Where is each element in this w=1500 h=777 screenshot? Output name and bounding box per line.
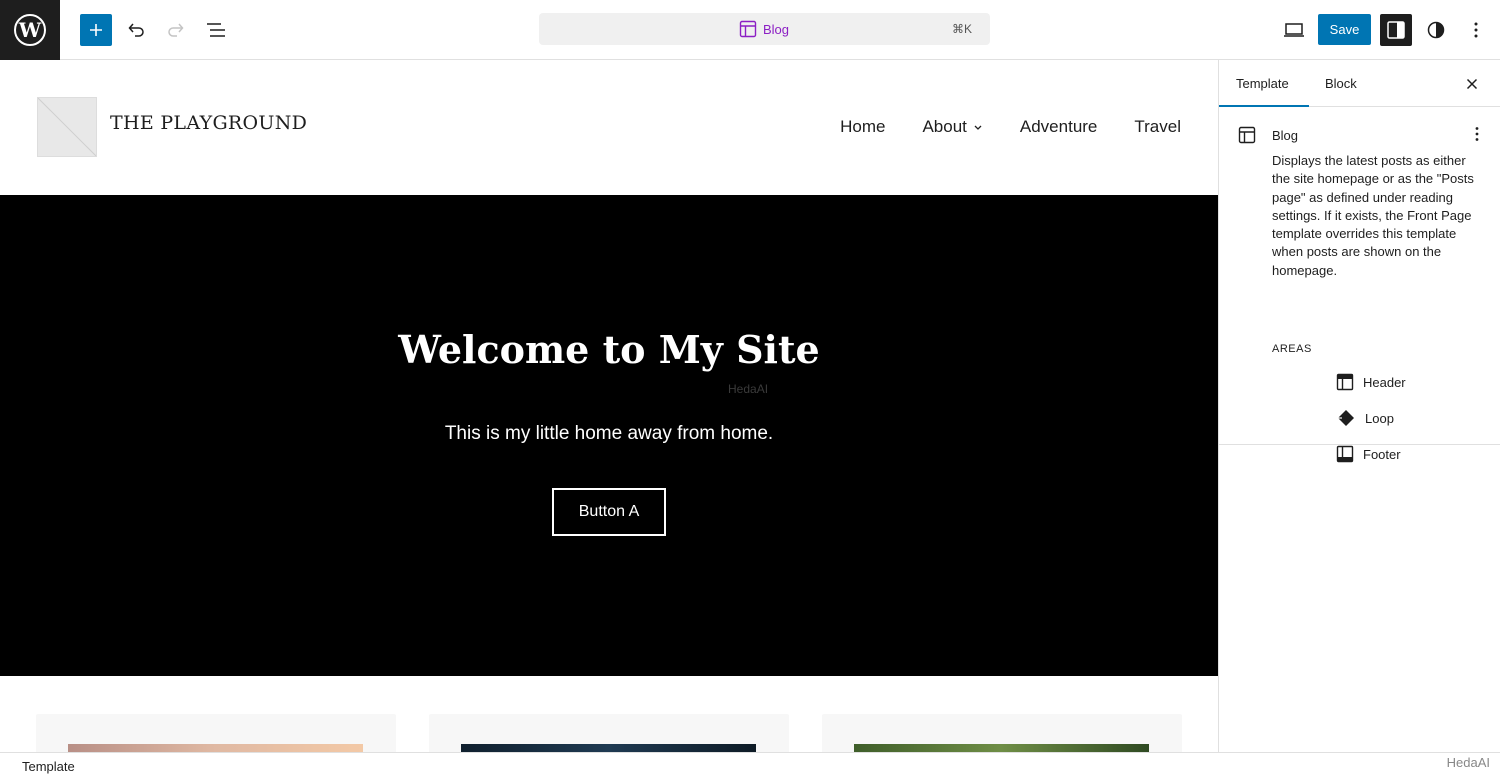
image-placeholder-icon xyxy=(38,98,96,156)
nav-item-home[interactable]: Home xyxy=(840,117,885,137)
editor-footer: Template HedaAI xyxy=(0,752,1500,777)
sidebar-toggle-icon xyxy=(1387,21,1405,39)
watermark-text: HedaAI xyxy=(728,382,769,396)
chevron-down-icon xyxy=(974,125,982,130)
close-sidebar-button[interactable] xyxy=(1460,72,1484,96)
nav-item-travel[interactable]: Travel xyxy=(1134,117,1181,137)
post-card[interactable] xyxy=(822,714,1182,752)
site-title[interactable]: THE PLAYGROUND xyxy=(110,112,307,134)
more-vertical-icon xyxy=(1475,127,1479,141)
save-button[interactable]: Save xyxy=(1318,14,1371,45)
header-icon xyxy=(1336,373,1354,391)
site-navigation: Home About Adventure Travel xyxy=(840,117,1181,137)
wordpress-logo-icon[interactable]: W xyxy=(0,0,60,60)
post-featured-image[interactable] xyxy=(461,744,756,752)
site-logo-placeholder[interactable] xyxy=(37,97,97,157)
desktop-preview-icon xyxy=(1284,23,1304,37)
tab-template[interactable]: Template xyxy=(1236,76,1289,91)
post-card[interactable] xyxy=(429,714,789,752)
area-footer-button[interactable]: Footer xyxy=(1336,445,1401,463)
redo-icon xyxy=(168,23,184,37)
nav-item-about[interactable]: About xyxy=(922,117,982,137)
list-view-icon xyxy=(207,23,225,37)
area-label: Footer xyxy=(1363,446,1401,462)
area-header-button[interactable]: Header xyxy=(1336,373,1406,391)
keyboard-shortcut: ⌘K xyxy=(951,22,972,36)
watermark-text: HedaAI xyxy=(1446,755,1490,770)
styles-button[interactable] xyxy=(1420,14,1452,46)
hero-cover-block[interactable]: Welcome to My Site HedaAI This is my lit… xyxy=(0,195,1218,676)
template-icon xyxy=(1238,126,1256,144)
nav-item-label: Adventure xyxy=(1019,117,1098,136)
template-icon xyxy=(739,20,757,38)
hero-heading[interactable]: Welcome to My Site xyxy=(0,327,1218,372)
sidebar-tabs: Template Block xyxy=(1219,60,1500,107)
more-vertical-icon xyxy=(1474,22,1478,38)
loop-icon xyxy=(1338,410,1354,426)
document-title: Blog xyxy=(763,21,790,37)
template-panel: Blog Displays the latest posts as either… xyxy=(1219,107,1500,463)
post-featured-image[interactable] xyxy=(68,744,363,752)
area-label: Loop xyxy=(1365,410,1394,426)
redo-button[interactable] xyxy=(160,14,192,46)
undo-icon xyxy=(128,23,144,37)
plus-icon xyxy=(90,24,102,36)
nav-item-label: Home xyxy=(840,117,886,136)
undo-button[interactable] xyxy=(120,14,152,46)
areas-heading: AREAS xyxy=(1272,343,1312,355)
hero-button[interactable]: Button A xyxy=(552,488,666,536)
editor-canvas[interactable]: THE PLAYGROUND Home About Adventure Trav… xyxy=(0,60,1218,752)
document-overview-button[interactable] xyxy=(200,14,232,46)
site-header[interactable]: THE PLAYGROUND Home About Adventure Trav… xyxy=(0,60,1218,195)
add-block-button[interactable] xyxy=(80,14,112,46)
nav-item-adventure[interactable]: Adventure xyxy=(1020,117,1098,137)
breadcrumb[interactable]: Template xyxy=(22,759,75,774)
contrast-icon xyxy=(1427,21,1445,39)
nav-item-label: Travel xyxy=(1134,117,1181,136)
hero-paragraph[interactable]: This is my little home away from home. xyxy=(0,423,1218,445)
area-label: Header xyxy=(1363,374,1406,390)
template-name: Blog xyxy=(1272,128,1299,143)
command-palette-trigger[interactable]: Blog ⌘K xyxy=(539,13,990,45)
footer-icon xyxy=(1336,445,1354,463)
nav-item-label: About xyxy=(922,117,967,136)
settings-toggle-button[interactable] xyxy=(1380,14,1412,46)
preview-button[interactable] xyxy=(1278,14,1310,46)
post-featured-image[interactable] xyxy=(854,744,1149,752)
tab-block[interactable]: Block xyxy=(1325,76,1357,91)
close-icon xyxy=(1466,78,1478,90)
post-card[interactable] xyxy=(36,714,396,752)
editor-top-bar: W Blog ⌘K Save xyxy=(0,0,1500,60)
settings-sidebar: Template Block Blog Displays the latest … xyxy=(1218,60,1500,752)
options-button[interactable] xyxy=(1460,14,1492,46)
svg-text:W: W xyxy=(18,18,42,42)
template-actions-button[interactable] xyxy=(1474,126,1480,147)
area-loop-button[interactable]: Loop xyxy=(1336,409,1394,427)
template-description: Displays the latest posts as either the … xyxy=(1272,153,1474,278)
